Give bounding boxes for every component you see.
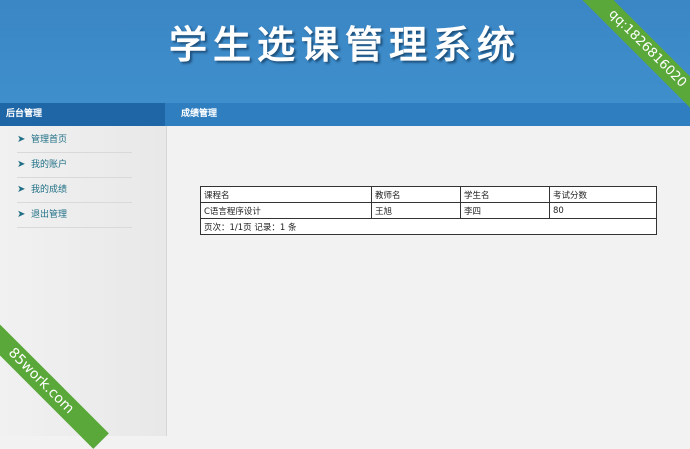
table-row: C语言程序设计 王旭 李四 80 bbox=[200, 202, 657, 219]
pagination-info: 页次：1/1页 记录：1 条 bbox=[200, 218, 657, 235]
table-footer-row: 页次：1/1页 记录：1 条 bbox=[200, 218, 657, 235]
sidebar-item-label: 退出管理 bbox=[31, 210, 68, 220]
sidebar-item-label: 我的账户 bbox=[31, 160, 68, 170]
sidebar-heading: 后台管理 bbox=[0, 103, 165, 126]
column-header: 学生名 bbox=[460, 186, 550, 203]
column-header: 考试分数 bbox=[549, 186, 657, 203]
arrow-right-icon: ➤ bbox=[17, 134, 26, 145]
column-header: 教师名 bbox=[371, 186, 461, 203]
section-heading: 成绩管理 bbox=[181, 109, 218, 119]
sidebar-item-grades[interactable]: ➤ 我的成绩 bbox=[17, 178, 132, 203]
sidebar-item-label: 我的成绩 bbox=[31, 185, 68, 195]
arrow-right-icon: ➤ bbox=[17, 159, 26, 170]
column-header: 课程名 bbox=[200, 186, 372, 203]
table-cell: 王旭 bbox=[371, 202, 461, 219]
grades-table: 课程名 教师名 学生名 考试分数 C语言程序设计 王旭 李四 80 页次：1/1… bbox=[200, 186, 657, 235]
sidebar-item-label: 管理首页 bbox=[31, 135, 68, 145]
sidebar-item-logout[interactable]: ➤ 退出管理 bbox=[17, 203, 132, 228]
site-title: 学生选课管理系统 bbox=[168, 22, 521, 67]
header-banner: 学生选课管理系统 bbox=[0, 0, 690, 103]
main-content: 课程名 教师名 学生名 考试分数 C语言程序设计 王旭 李四 80 页次：1/1… bbox=[167, 126, 690, 436]
table-cell: C语言程序设计 bbox=[200, 202, 372, 219]
table-cell: 李四 bbox=[460, 202, 550, 219]
sidebar: ➤ 管理首页 ➤ 我的账户 ➤ 我的成绩 ➤ 退出管理 bbox=[0, 126, 167, 436]
top-navbar: 后台管理 成绩管理 bbox=[0, 103, 690, 126]
arrow-right-icon: ➤ bbox=[17, 209, 26, 220]
sidebar-item-account[interactable]: ➤ 我的账户 bbox=[17, 153, 132, 178]
sidebar-item-home[interactable]: ➤ 管理首页 bbox=[17, 128, 132, 153]
arrow-right-icon: ➤ bbox=[17, 184, 26, 195]
table-cell: 80 bbox=[549, 202, 657, 219]
table-header-row: 课程名 教师名 学生名 考试分数 bbox=[200, 186, 657, 203]
